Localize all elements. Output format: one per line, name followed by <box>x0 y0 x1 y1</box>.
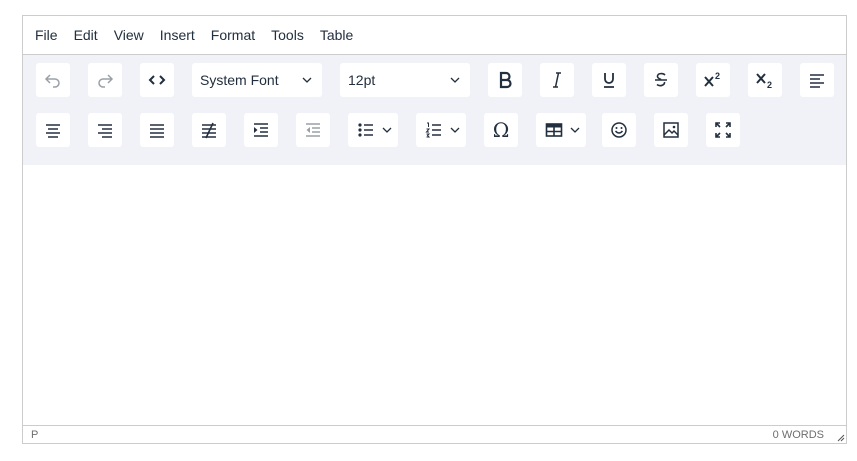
statusbar: P 0 WORDS <box>23 425 846 443</box>
image-button[interactable] <box>654 113 688 147</box>
font-family-select[interactable]: System Font <box>192 63 322 97</box>
font-family-value: System Font <box>200 72 279 88</box>
clear-formatting-button[interactable] <box>192 113 226 147</box>
svg-text:2: 2 <box>767 80 772 90</box>
redo-button[interactable] <box>88 63 122 97</box>
table-button[interactable] <box>536 113 586 147</box>
menu-file[interactable]: File <box>27 25 66 45</box>
source-code-button[interactable] <box>140 63 174 97</box>
undo-button[interactable] <box>36 63 70 97</box>
bold-button[interactable] <box>488 63 522 97</box>
align-left-button[interactable] <box>800 63 834 97</box>
chevron-down-icon <box>382 127 392 133</box>
align-justify-icon <box>150 124 164 138</box>
subscript-button[interactable]: 2 <box>748 63 782 97</box>
underline-button[interactable] <box>592 63 626 97</box>
chevron-down-icon <box>450 77 460 83</box>
element-path[interactable]: P <box>31 429 38 441</box>
special-character-icon: Ω <box>492 118 510 142</box>
emoticons-button[interactable] <box>602 113 636 147</box>
menu-edit[interactable]: Edit <box>66 25 106 45</box>
word-count[interactable]: 0 WORDS <box>773 429 824 441</box>
indent-icon <box>254 123 268 137</box>
menubar: File Edit View Insert Format Tools Table <box>23 16 846 55</box>
bullet-list-icon <box>358 123 373 137</box>
fullscreen-button[interactable] <box>706 113 740 147</box>
strikethrough-icon <box>655 72 667 87</box>
toolbar: System Font 12pt 2 2 Ω <box>23 55 846 165</box>
numbered-list-button[interactable] <box>416 113 466 147</box>
resize-handle-icon[interactable] <box>835 432 845 442</box>
image-icon <box>663 122 679 138</box>
align-right-icon <box>98 124 112 138</box>
align-center-icon <box>46 124 60 138</box>
numbered-list-icon <box>425 122 441 138</box>
menu-view[interactable]: View <box>106 25 152 45</box>
special-character-button[interactable]: Ω <box>484 113 518 147</box>
align-right-button[interactable] <box>88 113 122 147</box>
superscript-icon: 2 <box>704 71 720 87</box>
indent-button[interactable] <box>244 113 278 147</box>
underline-icon <box>604 73 614 88</box>
align-left-icon <box>810 74 824 88</box>
menu-format[interactable]: Format <box>203 25 263 45</box>
menu-tools[interactable]: Tools <box>263 25 312 45</box>
strikethrough-button[interactable] <box>644 63 678 97</box>
source-code-icon <box>148 75 166 85</box>
font-size-value: 12pt <box>348 72 376 88</box>
bold-icon <box>499 71 512 89</box>
fullscreen-icon <box>715 122 731 138</box>
svg-text:2: 2 <box>715 71 720 81</box>
italic-button[interactable] <box>540 63 574 97</box>
undo-icon <box>44 74 60 88</box>
emoticons-icon <box>611 122 627 138</box>
outdent-icon <box>306 123 320 137</box>
chevron-down-icon <box>450 127 460 133</box>
rich-text-editor: File Edit View Insert Format Tools Table… <box>22 15 847 444</box>
align-center-button[interactable] <box>36 113 70 147</box>
chevron-down-icon <box>570 127 580 133</box>
clear-formatting-icon <box>202 122 216 139</box>
menu-insert[interactable]: Insert <box>152 25 203 45</box>
align-justify-button[interactable] <box>140 113 174 147</box>
editor-content-area[interactable] <box>23 165 846 427</box>
superscript-button[interactable]: 2 <box>696 63 730 97</box>
menu-table[interactable]: Table <box>312 25 361 45</box>
outdent-button[interactable] <box>296 113 330 147</box>
chevron-down-icon <box>302 77 312 83</box>
italic-icon <box>553 72 561 88</box>
table-icon <box>545 123 563 137</box>
subscript-icon: 2 <box>756 73 772 90</box>
font-size-select[interactable]: 12pt <box>340 63 470 97</box>
bullet-list-button[interactable] <box>348 113 398 147</box>
redo-icon <box>98 74 114 88</box>
